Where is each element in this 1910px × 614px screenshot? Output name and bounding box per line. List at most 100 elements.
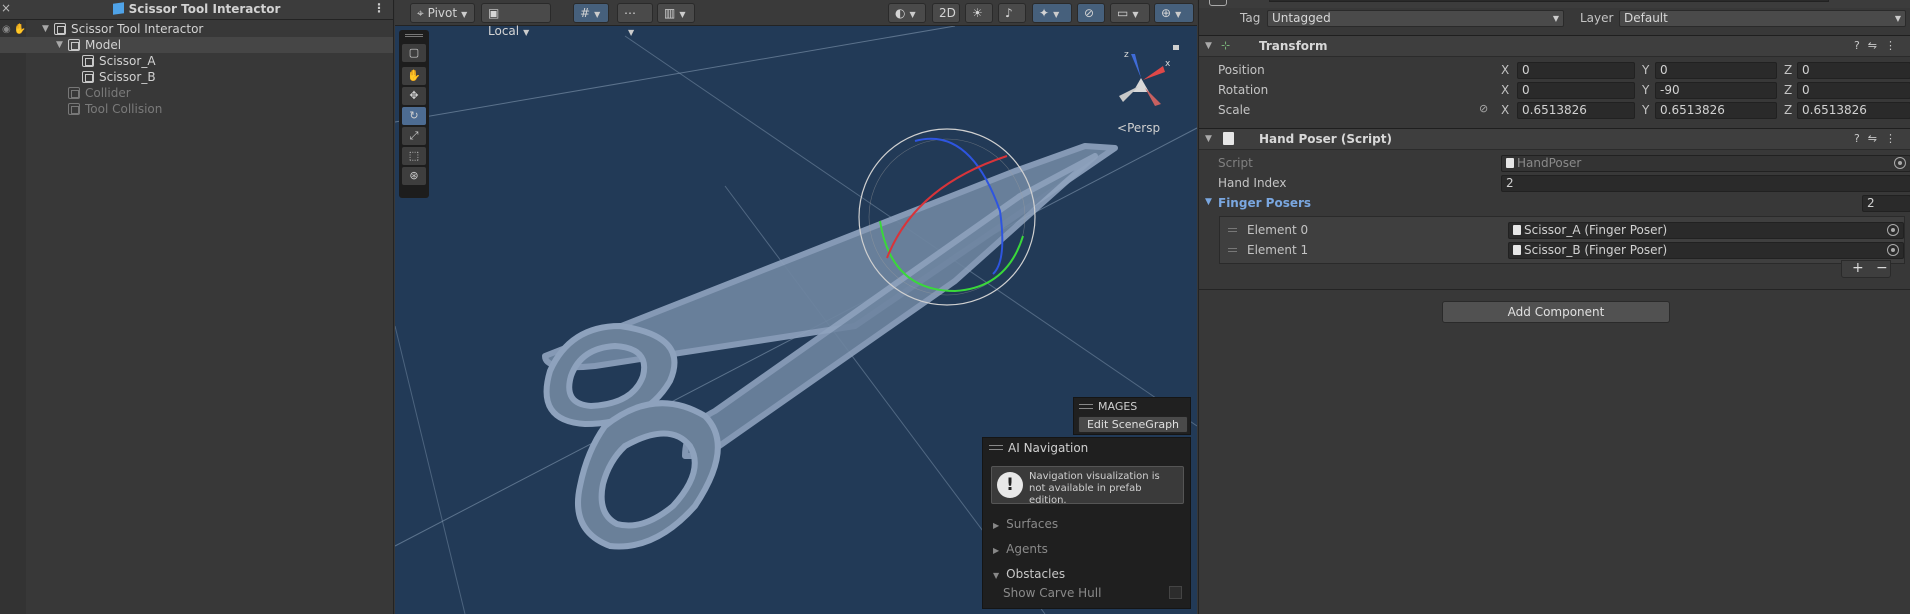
warning-message: Navigation visualization is not availabl… [1029, 471, 1160, 506]
chevron-down-icon: ▼ [594, 10, 601, 19]
scale-z-field[interactable]: 0.6513826 [1797, 102, 1910, 119]
light-icon: ☀ [972, 6, 983, 20]
orientation-gizmo[interactable]: z x [1119, 45, 1179, 106]
gizmo-neg-x-cone[interactable] [1119, 86, 1139, 102]
hierarchy-item-root[interactable]: ▼ Scissor Tool Interactor [0, 21, 393, 37]
edit-scenegraph-button[interactable]: Edit SceneGraph [1078, 416, 1188, 433]
scale-y-field[interactable]: 0.6513826 [1655, 102, 1777, 119]
element-0-field[interactable]: Scissor_A (Finger Poser) [1508, 222, 1904, 239]
layer-dropdown[interactable]: Default ▼ [1619, 10, 1906, 27]
element-1-field[interactable]: Scissor_B (Finger Poser) [1508, 242, 1904, 259]
z-axis-label: Z [1784, 83, 1793, 97]
tag-layer-row: Tag Untagged ▼ Layer Default ▼ [1199, 8, 1910, 28]
hand-index-field[interactable]: 2 [1501, 175, 1910, 192]
hierarchy-item-scissor-a[interactable]: Scissor_A [0, 53, 393, 69]
view-tool-button[interactable]: ▢ [402, 44, 426, 62]
scene-visibility-toggle[interactable]: ⊘ [1077, 3, 1105, 23]
finger-posers-row[interactable]: ▼ Finger Posers 2 [1199, 193, 1910, 213]
link-scale-icon[interactable]: ⊘ [1479, 102, 1488, 115]
audio-toggle[interactable]: ♪ [998, 3, 1026, 23]
drag-handle-icon[interactable] [1228, 248, 1237, 252]
rotation-z-field[interactable]: 0 [1797, 82, 1910, 99]
hand-tool-button[interactable]: ✋ [402, 67, 426, 85]
section-agents[interactable]: ▶ Agents [993, 542, 1048, 556]
component-menu-icons[interactable]: ?⇋⋮ [1854, 39, 1904, 52]
hierarchy-item-tool-collision[interactable]: Tool Collision [0, 101, 393, 117]
rotation-y-field[interactable]: -90 [1655, 82, 1777, 99]
scale-row: Scale ⊘ X 0.6513826 Y 0.6513826 Z 0.6513… [1199, 100, 1910, 120]
transform-tool-button[interactable]: ⊛ [402, 167, 426, 185]
ruler-icon: ▥ [664, 6, 676, 20]
add-element-button[interactable]: + [1852, 260, 1864, 276]
hierarchy-item-model[interactable]: ▼ Model [0, 37, 393, 53]
effects-toggle[interactable]: ✦ ▼ [1032, 3, 1072, 23]
hierarchy-item-scissor-b[interactable]: Scissor_B [0, 69, 393, 85]
gizmo-neg-z-cone[interactable] [1145, 88, 1161, 106]
pivot-dropdown[interactable]: ⌖ Pivot ▼ [410, 3, 475, 23]
drag-handle-icon[interactable] [405, 34, 423, 37]
toggle-2d-button[interactable]: 2D [932, 3, 960, 23]
tag-dropdown[interactable]: Untagged ▼ [1267, 10, 1564, 27]
draw-mode-dropdown[interactable]: ◐ ▼ [888, 3, 926, 23]
object-picker-icon[interactable] [1887, 224, 1899, 236]
gizmo-x-cone[interactable] [1143, 66, 1165, 80]
scene-view[interactable]: ⌖ Pivot ▼ ▣ Local ▼ # ▼ ⋯▼ ▥ ▼ ◐ ▼ 2D ☀ ♪ ✦ ▼ … [395, 0, 1197, 614]
rotate-tool-button[interactable]: ↻ [402, 107, 426, 125]
position-y-field[interactable]: 0 [1655, 62, 1777, 79]
axis-z-label: z [1124, 50, 1129, 60]
projection-toggle[interactable]: <Persp [1117, 121, 1160, 135]
drag-handle-icon[interactable] [1228, 228, 1237, 232]
lighting-toggle[interactable]: ☀ [965, 3, 993, 23]
transform-header[interactable]: ▼ ⊹ Transform ?⇋⋮ [1199, 35, 1910, 57]
object-picker-icon[interactable] [1894, 157, 1906, 169]
warning-box: ! Navigation visualization is not availa… [991, 466, 1184, 506]
component-menu-icons[interactable]: ?⇋⋮ [1854, 132, 1904, 145]
expand-arrow-icon[interactable]: ▼ [56, 37, 63, 53]
remove-element-button[interactable]: − [1876, 260, 1888, 276]
chevron-down-icon: ▼ [1053, 10, 1060, 19]
add-component-button[interactable]: Add Component [1442, 301, 1670, 323]
prefab-title: Scissor Tool Interactor [0, 2, 393, 16]
mages-overlay: MAGES Edit SceneGraph [1073, 397, 1191, 435]
gizmo-z-cone[interactable] [1131, 54, 1141, 78]
move-tool-button[interactable]: ✥ [402, 87, 426, 105]
more-menu-icon[interactable]: ⋮ [373, 1, 385, 15]
scale-x-field[interactable]: 0.6513826 [1517, 102, 1635, 119]
gameobject-icon [82, 71, 94, 83]
scale-tool-button[interactable]: ⤢ [402, 127, 426, 145]
section-obstacles[interactable]: ▼ Obstacles [993, 567, 1065, 581]
show-carve-hull-checkbox[interactable] [1169, 586, 1182, 599]
chevron-right-icon: ▶ [993, 521, 1000, 530]
chevron-down-icon: ▼ [1552, 14, 1559, 23]
list-item: Element 0 Scissor_A (Finger Poser) [1220, 220, 1904, 240]
gameobject-icon [82, 55, 94, 67]
rotation-x-field[interactable]: 0 [1517, 82, 1635, 99]
rect-tool-button[interactable]: ⬚ [402, 147, 426, 165]
section-surfaces[interactable]: ▶ Surfaces [993, 517, 1058, 531]
hierarchy-panel: × Scissor Tool Interactor ⋮ ◉ ✋ ▼ Scisso… [0, 0, 394, 614]
expand-arrow-icon[interactable]: ▼ [42, 21, 49, 37]
space-dropdown[interactable]: ▣ Local ▼ [481, 3, 551, 38]
chevron-down-icon: ▼ [1205, 41, 1212, 51]
position-z-field[interactable]: 0 [1797, 62, 1910, 79]
grid-line [395, 26, 956, 123]
script-row: Script HandPoser [1199, 153, 1910, 173]
rect-snap-button[interactable]: ▥ ▼ [657, 3, 695, 23]
finger-posers-size-field[interactable]: 2 [1862, 195, 1910, 212]
object-picker-icon[interactable] [1887, 244, 1899, 256]
ai-navigation-title: AI Navigation [1008, 441, 1089, 455]
drag-handle-icon[interactable] [989, 445, 1003, 450]
drag-handle-icon[interactable] [1079, 404, 1093, 409]
camera-dropdown[interactable]: ▭ ▼ [1110, 3, 1150, 23]
name-field[interactable] [1269, 0, 1829, 2]
hand-poser-header[interactable]: ▼ Hand Poser (Script) ?⇋⋮ [1199, 128, 1910, 150]
hierarchy-item-collider[interactable]: Collider [0, 85, 393, 101]
gameobject-icon [68, 87, 80, 99]
grid-snap-button[interactable]: # ▼ [573, 3, 609, 23]
lock-icon[interactable] [1173, 45, 1179, 50]
position-x-field[interactable]: 0 [1517, 62, 1635, 79]
chevron-down-icon: ▼ [461, 10, 468, 19]
gizmos-dropdown[interactable]: ⊕ ▼ [1154, 3, 1194, 23]
pivot-icon: ⌖ [417, 6, 424, 20]
increment-snap-button[interactable]: ⋯▼ [617, 3, 653, 37]
